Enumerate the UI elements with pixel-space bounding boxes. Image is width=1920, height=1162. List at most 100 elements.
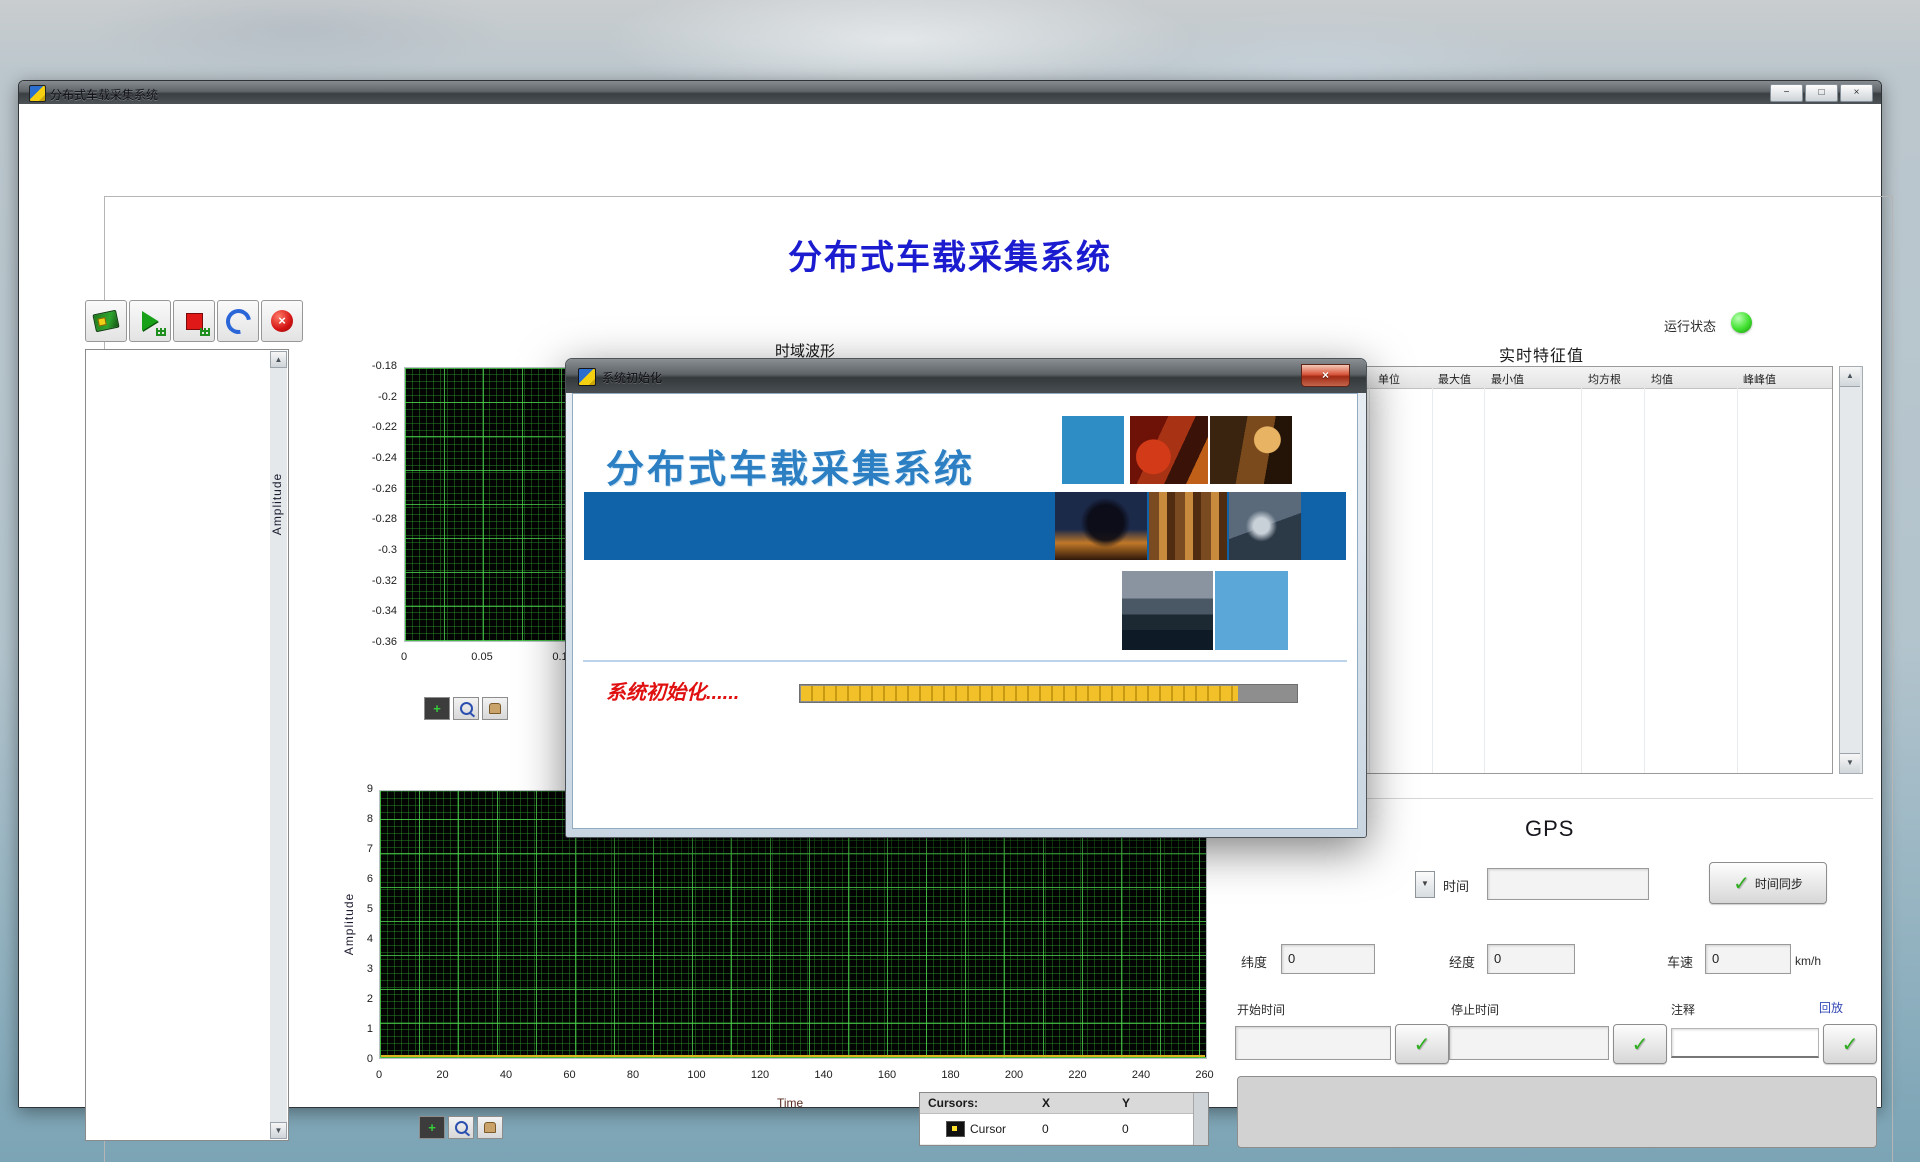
mini-grid-icon — [200, 328, 210, 336]
axis-tick-label: 220 — [1068, 1069, 1086, 1081]
splash-heading: 分布式车载采集系统 — [606, 438, 975, 493]
axis-tick-label: 2 — [367, 994, 373, 1005]
chart2-flat-trace — [381, 1055, 1205, 1057]
chart1-y-ticks: -0.18-0.2-0.22-0.24-0.26-0.28-0.3-0.32-0… — [341, 361, 397, 648]
chart2-x-ticks: 020406080100120140160180200220240260 — [379, 1069, 1207, 1083]
time-sync-button[interactable]: ✓ 时间同步 — [1709, 862, 1827, 904]
page-title: 分布式车载采集系统 — [19, 230, 1881, 279]
latitude-field[interactable]: 0 — [1281, 944, 1375, 974]
column-header: 均值 — [1651, 371, 1673, 387]
init-status-text: 系统初始化...... — [606, 676, 739, 705]
speed-unit-label: km/h — [1795, 954, 1821, 968]
axis-tick-label: -0.3 — [378, 545, 397, 556]
run-status-label: 运行状态 — [1664, 316, 1716, 335]
axis-tick-label: 0 — [376, 1069, 382, 1081]
reset-button[interactable] — [217, 300, 259, 342]
column-header: 最大值 — [1438, 371, 1471, 387]
exit-button[interactable]: × — [261, 300, 303, 342]
stop-time-field[interactable] — [1449, 1026, 1609, 1060]
chart2-x-axis-name: Time — [777, 1096, 803, 1110]
pan-tool-icon[interactable] — [482, 697, 508, 720]
cursor-panel-scrollbar[interactable] — [1193, 1093, 1208, 1145]
zoom-tool-icon[interactable] — [453, 697, 479, 720]
axis-tick-label: 60 — [563, 1069, 575, 1081]
refresh-icon — [221, 304, 256, 339]
axis-tick-label: 200 — [1005, 1069, 1023, 1081]
axis-tick-label: -0.22 — [372, 422, 397, 433]
note-label: 注释 — [1671, 1001, 1695, 1018]
gps-format-combobox[interactable]: ▼ — [1415, 871, 1435, 898]
cursor-tool-icon[interactable]: + — [419, 1116, 445, 1139]
note-confirm-button[interactable]: ✓ — [1823, 1024, 1877, 1064]
column-header: 单位 — [1378, 371, 1400, 387]
splash-content: 分布式车载采集系统 系统初始化...... — [572, 393, 1358, 829]
scroll-up-icon[interactable]: ▲ — [270, 351, 287, 368]
stop-confirm-button[interactable]: ✓ — [1613, 1024, 1667, 1064]
gps-time-label: 时间 — [1443, 876, 1469, 895]
splash-titlebar[interactable]: 系统初始化 × — [566, 359, 1366, 393]
zoom-tool-icon[interactable] — [448, 1116, 474, 1139]
column-header: 最小值 — [1491, 371, 1524, 387]
progress-fill — [801, 686, 1238, 701]
cursor-row[interactable]: Cursor 0 0 — [920, 1114, 1194, 1144]
scroll-down-icon[interactable]: ▼ — [270, 1122, 287, 1139]
feature-table-title: 实时特征值 — [1499, 342, 1584, 366]
message-panel — [1237, 1076, 1877, 1148]
restore-button[interactable]: □ — [1805, 84, 1838, 102]
divider — [583, 660, 1347, 662]
axis-tick-label: -0.34 — [372, 606, 397, 617]
photo-warship — [1122, 571, 1213, 650]
axis-tick-label: 4 — [367, 934, 373, 945]
photo-engine-parts — [1149, 492, 1227, 560]
start-acquisition-button[interactable] — [129, 300, 171, 342]
axis-tick-label: 100 — [687, 1069, 705, 1081]
pan-tool-icon[interactable] — [477, 1116, 503, 1139]
splash-close-button[interactable]: × — [1301, 364, 1350, 387]
chart1-y-axis-name: Amplitude — [270, 473, 284, 535]
photo-race-car — [1130, 416, 1208, 484]
axis-tick-label: -0.24 — [372, 453, 397, 464]
start-time-label: 开始时间 — [1237, 1001, 1285, 1018]
chart2-y-ticks: 9876543210 — [349, 784, 373, 1065]
check-icon: ✓ — [1842, 1032, 1859, 1057]
axis-tick-label: 20 — [436, 1069, 448, 1081]
scroll-up-icon[interactable]: ▲ — [1840, 367, 1860, 387]
close-button[interactable]: × — [1840, 84, 1873, 102]
cursor-tool-icon[interactable]: + — [424, 697, 450, 720]
init-progress-bar — [799, 684, 1298, 703]
splash-title: 系统初始化 — [602, 369, 662, 386]
check-icon: ✓ — [1733, 871, 1750, 896]
app-icon — [29, 85, 46, 102]
start-time-field[interactable] — [1235, 1026, 1391, 1060]
photo-fighter-jet — [1055, 492, 1147, 560]
axis-tick-label: 240 — [1132, 1069, 1150, 1081]
longitude-field[interactable]: 0 — [1487, 944, 1575, 974]
toolbar: × — [85, 300, 303, 342]
axis-tick-label: 160 — [878, 1069, 896, 1081]
scroll-down-icon[interactable]: ▼ — [1840, 753, 1860, 773]
photo-artillery — [1210, 416, 1292, 484]
gps-time-field[interactable] — [1487, 868, 1649, 900]
feature-table-scrollbar[interactable]: ▲ ▼ — [1839, 366, 1863, 774]
column-header: 均方根 — [1588, 371, 1621, 387]
note-field[interactable] — [1671, 1028, 1819, 1058]
cursors-y-header: Y — [1122, 1096, 1130, 1110]
axis-tick-label: 0.05 — [471, 651, 492, 663]
axis-tick-label: 6 — [367, 874, 373, 885]
stop-acquisition-button[interactable] — [173, 300, 215, 342]
main-window-titlebar[interactable]: 分布式车载采集系统 − □ × — [19, 81, 1881, 104]
axis-tick-label: -0.36 — [372, 637, 397, 648]
cursors-x-header: X — [1042, 1096, 1050, 1110]
exit-icon: × — [271, 310, 293, 332]
axis-tick-label: 0 — [401, 651, 407, 663]
speed-field[interactable]: 0 — [1705, 944, 1791, 974]
axis-tick-label: 3 — [367, 964, 373, 975]
splash-dialog: 系统初始化 × 分布式车载采集系统 系统初始化...... — [565, 358, 1367, 838]
check-icon: ✓ — [1632, 1032, 1649, 1057]
axis-tick-label: 5 — [367, 904, 373, 915]
axis-tick-label: -0.32 — [372, 576, 397, 587]
minimize-button[interactable]: − — [1770, 84, 1803, 102]
axis-tick-label: 260 — [1195, 1069, 1213, 1081]
device-config-button[interactable] — [85, 300, 127, 342]
start-confirm-button[interactable]: ✓ — [1395, 1024, 1449, 1064]
